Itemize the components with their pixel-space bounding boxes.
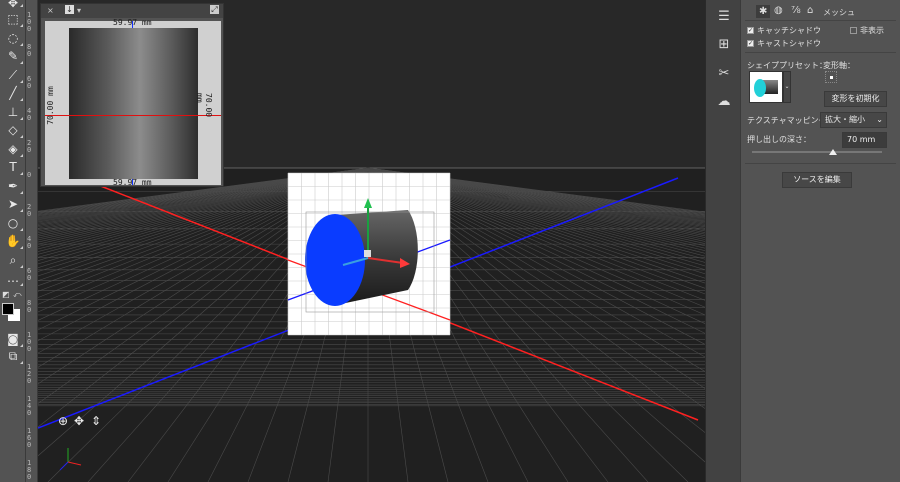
ruler-label: 100 xyxy=(27,331,32,353)
ruler-label: 180 xyxy=(27,459,32,481)
mesh-tab-icon[interactable]: ◍ xyxy=(774,5,783,16)
ruler-label: 80 xyxy=(27,43,32,58)
ruler-label: 20 xyxy=(27,203,32,218)
extrusion-depth-slider[interactable] xyxy=(752,149,882,155)
ruler-label: 80 xyxy=(27,299,32,314)
pen-tool[interactable]: ✒ xyxy=(3,177,23,195)
scene-tab-icon[interactable]: ✱ xyxy=(756,5,771,18)
ruler-label: 140 xyxy=(27,395,32,417)
eyedropper-tool[interactable]: ⟋ xyxy=(3,66,23,84)
default-colors-icon[interactable]: ◩ xyxy=(2,290,10,299)
cast-shadow-checkbox[interactable]: ✓ キャストシャドウ xyxy=(747,38,821,49)
deform-tab-icon[interactable]: ⅞ xyxy=(791,5,801,16)
move-tool[interactable]: ✥ xyxy=(3,0,23,9)
properties-panel: ✱ ◍ ⅞ ⌂ メッシュ ✓ キャッチシャドウ ✓ キャストシャドウ 非表示 シェイ… xyxy=(740,0,900,482)
tools-panel: ✥ ⬚ ◌ ✎ ⟋ ╱ ⊥ ◇ ◈ T ✒ ➤ ○ ✋ ⌕… ⤺ ◩ ◙ ⧉ xyxy=(0,0,26,482)
uv-left-label: 70.00 mm xyxy=(45,86,55,125)
pan-camera-icon[interactable]: ✥ xyxy=(74,414,84,428)
slider-thumb[interactable] xyxy=(828,149,837,155)
close-icon[interactable]: × xyxy=(47,6,54,15)
uv-right-label: 70.00 mm xyxy=(195,93,213,118)
creative-cloud-icon[interactable]: ☁ xyxy=(715,93,733,111)
shape-preset-label: シェイププリセット： xyxy=(747,61,827,70)
path-select-tool[interactable]: ➤ xyxy=(3,195,23,213)
ruler-label: 60 xyxy=(27,75,32,90)
uv-top-label: 59.97 mm xyxy=(113,18,152,27)
eraser-tool[interactable]: ◇ xyxy=(3,121,23,139)
ruler-label: 0 xyxy=(27,171,32,179)
hand-tool[interactable]: ✋ xyxy=(3,232,23,250)
chevron-down-icon[interactable]: ▾ xyxy=(77,6,81,15)
stamp-tool[interactable]: ⊥ xyxy=(3,103,23,121)
ellipse-tool[interactable]: ○ xyxy=(3,214,23,232)
cylinder-preset-thumbnail xyxy=(754,79,778,97)
catch-shadow-label: キャッチシャドウ xyxy=(757,26,821,35)
orbit-camera-icon[interactable]: ⊕ xyxy=(58,414,68,428)
vertical-ruler: 100 80 60 40 20 0 20 40 60 80 100 120 140 160 180 xyxy=(26,0,38,482)
more-tools[interactable]: … xyxy=(3,269,23,287)
dolly-camera-icon[interactable]: ⇕ xyxy=(91,414,101,428)
cylinder-cap xyxy=(305,214,365,306)
quick-select-tool[interactable]: ✎ xyxy=(3,47,23,65)
extrusion-depth-input[interactable]: 70 mm xyxy=(842,132,887,148)
chevron-down-icon: ⌄ xyxy=(876,115,883,124)
panel-dock: ☰ ⊞ ✂ ☁ xyxy=(705,0,740,482)
properties-icon[interactable]: ☰ xyxy=(715,8,733,26)
cast-shadow-label: キャストシャドウ xyxy=(757,39,821,48)
screen-mode-icon[interactable]: ⧉ xyxy=(3,347,23,365)
brush-tool[interactable]: ╱ xyxy=(3,84,23,102)
ruler-label: 40 xyxy=(27,107,32,122)
zoom-tool[interactable]: ⌕ xyxy=(3,251,23,269)
reset-deform-button[interactable]: 変形を初期化 xyxy=(824,91,887,107)
texture-gradient xyxy=(69,28,198,179)
ruler-label: 160 xyxy=(27,427,32,449)
paint-bucket-tool[interactable]: ◈ xyxy=(3,140,23,158)
uv-bottom-label: 59.97 mm xyxy=(113,178,152,187)
cap-tab-icon[interactable]: ⌂ xyxy=(807,5,813,16)
quick-mask-icon[interactable]: ◙ xyxy=(3,330,23,348)
type-tool[interactable]: T xyxy=(3,158,23,176)
expand-icon[interactable]: ⤢ xyxy=(210,5,219,14)
marquee-tool[interactable]: ⬚ xyxy=(3,10,23,28)
edit-source-button[interactable]: ソースを編集 xyxy=(782,172,852,188)
tab-mesh[interactable]: メッシュ xyxy=(823,7,855,18)
deform-axis-label: 変形軸： xyxy=(823,61,855,70)
invisible-checkbox[interactable]: 非表示 xyxy=(850,25,884,36)
ruler-label: 120 xyxy=(27,363,32,385)
uv-map: 59.97 mm 59.97 mm 70.00 mm 70.00 mm xyxy=(45,18,221,187)
import-menu-icon[interactable]: ↓ xyxy=(65,5,74,14)
texture-mapping-select[interactable]: 拡大・縮小 ⌄ xyxy=(820,112,887,128)
catch-shadow-checkbox[interactable]: ✓ キャッチシャドウ xyxy=(747,25,821,36)
ruler-label: 20 xyxy=(27,139,32,154)
extrusion-depth-label: 押し出しの深さ： xyxy=(747,135,811,144)
ruler-label: 60 xyxy=(27,267,32,282)
3d-layers-icon[interactable]: ⊞ xyxy=(715,36,733,54)
shape-preset-dropdown[interactable]: ⌄ xyxy=(783,71,791,103)
shape-preset-picker[interactable] xyxy=(749,71,783,103)
gizmo-center xyxy=(364,250,371,257)
texture-mapping-value: 拡大・縮小 xyxy=(825,115,865,124)
lasso-tool[interactable]: ◌ xyxy=(3,29,23,47)
swap-colors-icon[interactable]: ⤺ xyxy=(13,290,22,300)
ruler-label: 40 xyxy=(27,235,32,250)
preview-titlebar: × ↓ ▾ ⤢ xyxy=(41,4,223,18)
tools-icon[interactable]: ✂ xyxy=(715,65,733,83)
deform-axis-grid[interactable] xyxy=(825,71,837,83)
foreground-color-swatch[interactable] xyxy=(2,303,14,315)
invisible-label: 非表示 xyxy=(860,26,884,35)
ruler-label: 100 xyxy=(27,11,32,33)
uv-texture-preview: × ↓ ▾ ⤢ 59.97 mm 59.97 mm 70.00 mm 70.00… xyxy=(40,3,224,187)
